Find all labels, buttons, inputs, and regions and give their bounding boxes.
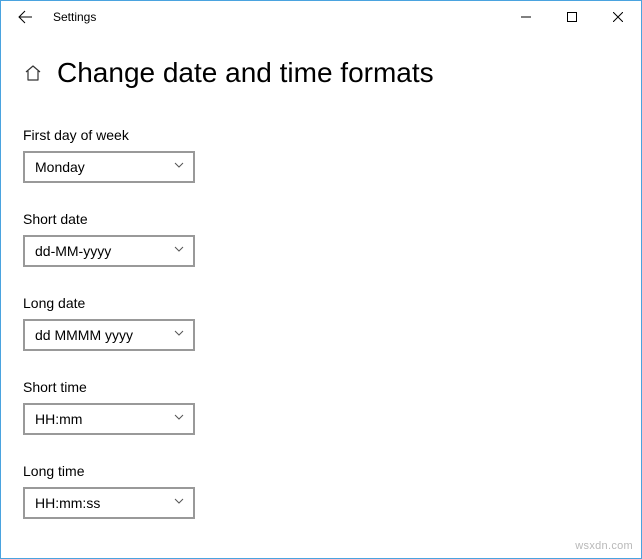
chevron-down-icon [173,242,185,260]
watermark: wsxdn.com [575,540,633,552]
chevron-down-icon [173,158,185,176]
close-button[interactable] [595,1,641,33]
minimize-button[interactable] [503,1,549,33]
chevron-down-icon [173,326,185,344]
combo-value: HH:mm [35,411,82,427]
combo-value: HH:mm:ss [35,495,100,511]
first-day-of-week-dropdown[interactable]: Monday [23,151,195,183]
page-header: Change date and time formats [23,57,619,89]
back-arrow-icon[interactable] [17,9,33,25]
long-time-dropdown[interactable]: HH:mm:ss [23,487,195,519]
home-icon[interactable] [23,63,43,83]
chevron-down-icon [173,410,185,428]
field-short-time: Short time HH:mm [23,379,619,435]
field-long-time: Long time HH:mm:ss [23,463,619,519]
chevron-down-icon [173,494,185,512]
field-short-date: Short date dd-MM-yyyy [23,211,619,267]
combo-value: dd-MM-yyyy [35,243,111,259]
short-time-dropdown[interactable]: HH:mm [23,403,195,435]
field-label: Long time [23,463,619,479]
field-label: Short date [23,211,619,227]
content-area: Change date and time formats First day o… [1,33,641,519]
field-label: First day of week [23,127,619,143]
titlebar-left: Settings [5,9,96,25]
titlebar: Settings [1,1,641,33]
combo-value: dd MMMM yyyy [35,327,133,343]
long-date-dropdown[interactable]: dd MMMM yyyy [23,319,195,351]
window-title: Settings [53,10,96,24]
field-first-day-of-week: First day of week Monday [23,127,619,183]
combo-value: Monday [35,159,85,175]
short-date-dropdown[interactable]: dd-MM-yyyy [23,235,195,267]
maximize-button[interactable] [549,1,595,33]
field-label: Long date [23,295,619,311]
field-label: Short time [23,379,619,395]
field-long-date: Long date dd MMMM yyyy [23,295,619,351]
page-title: Change date and time formats [57,57,434,89]
window-controls [503,1,641,33]
